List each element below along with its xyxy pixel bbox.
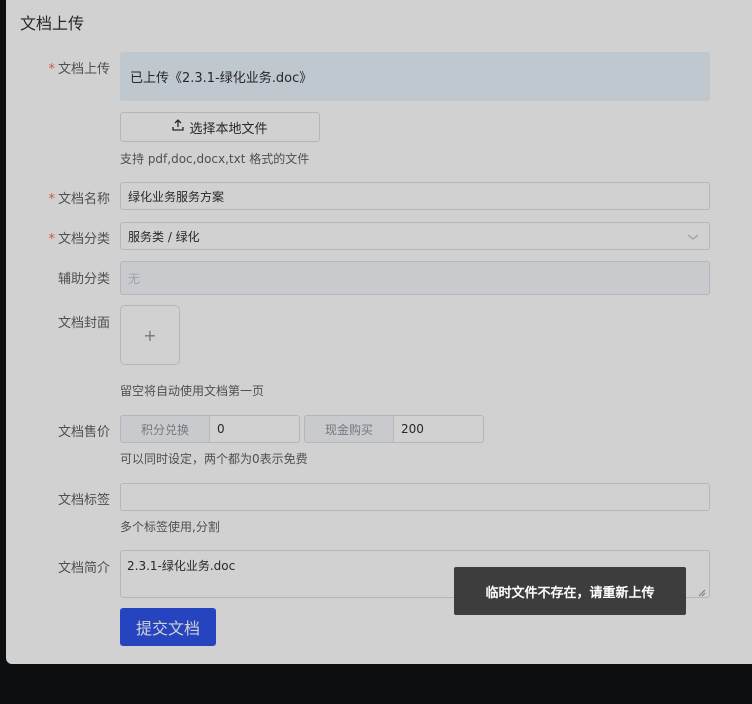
upload-status-box: 已上传《2.3.1-绿化业务.doc》 — [120, 52, 710, 101]
cover-upload-button[interactable]: + — [120, 305, 180, 365]
category-label: * 文档分类 — [48, 232, 110, 247]
upload-label: * 文档上传 — [48, 62, 110, 77]
required-mark: * — [48, 192, 55, 207]
cover-hint: 留空将自动使用文档第一页 — [120, 384, 265, 398]
upload-format-hint: 支持 pdf,doc,docx,txt 格式的文件 — [120, 152, 310, 166]
cash-price-input[interactable]: 200 — [394, 416, 483, 442]
chevron-down-icon — [687, 231, 699, 245]
cash-prefix: 现金购买 — [305, 416, 394, 442]
points-price-group: 积分兑换 0 — [120, 415, 300, 443]
toast-message: 临时文件不存在，请重新上传 — [485, 585, 655, 601]
submit-document-button[interactable]: 提交文档 — [120, 608, 216, 646]
aux-category-label: 辅助分类 — [57, 272, 110, 287]
intro-value: 2.3.1-绿化业务.doc — [127, 559, 236, 573]
upload-form-panel: 文档上传 * 文档上传 已上传《2.3.1-绿化业务.doc》 选择本地文件 支持… — [6, 0, 752, 664]
name-label: * 文档名称 — [48, 192, 110, 207]
tags-hint: 多个标签使用,分割 — [120, 520, 220, 534]
required-mark: * — [48, 62, 55, 77]
required-mark: * — [48, 232, 55, 247]
points-prefix: 积分兑换 — [121, 416, 210, 442]
document-name-value: 绿化业务服务方案 — [128, 189, 225, 204]
price-hint: 可以同时设定，两个都为0表示免费 — [120, 452, 308, 466]
plus-icon: + — [143, 325, 157, 345]
category-value: 服务类 / 绿化 — [128, 229, 200, 244]
page-title: 文档上传 — [20, 14, 85, 33]
resize-handle-icon[interactable] — [698, 586, 706, 597]
aux-category-placeholder: 无 — [128, 271, 141, 286]
aux-category-select: 无 — [120, 261, 710, 295]
tags-input[interactable] — [120, 483, 710, 511]
tags-label: 文档标签 — [57, 493, 110, 508]
choose-file-label: 选择本地文件 — [189, 121, 268, 137]
error-toast: 临时文件不存在，请重新上传 — [454, 567, 686, 615]
upload-icon — [172, 119, 185, 135]
submit-label: 提交文档 — [135, 619, 200, 638]
choose-local-file-button[interactable]: 选择本地文件 — [120, 112, 320, 142]
points-price-input[interactable]: 0 — [210, 416, 299, 442]
intro-label: 文档简介 — [57, 561, 110, 576]
cover-label: 文档封面 — [57, 316, 110, 331]
price-label: 文档售价 — [57, 425, 110, 440]
document-name-input[interactable]: 绿化业务服务方案 — [120, 182, 710, 210]
upload-status-text: 已上传《2.3.1-绿化业务.doc》 — [130, 71, 313, 86]
cash-price-group: 现金购买 200 — [304, 415, 484, 443]
category-select[interactable]: 服务类 / 绿化 — [120, 222, 710, 250]
